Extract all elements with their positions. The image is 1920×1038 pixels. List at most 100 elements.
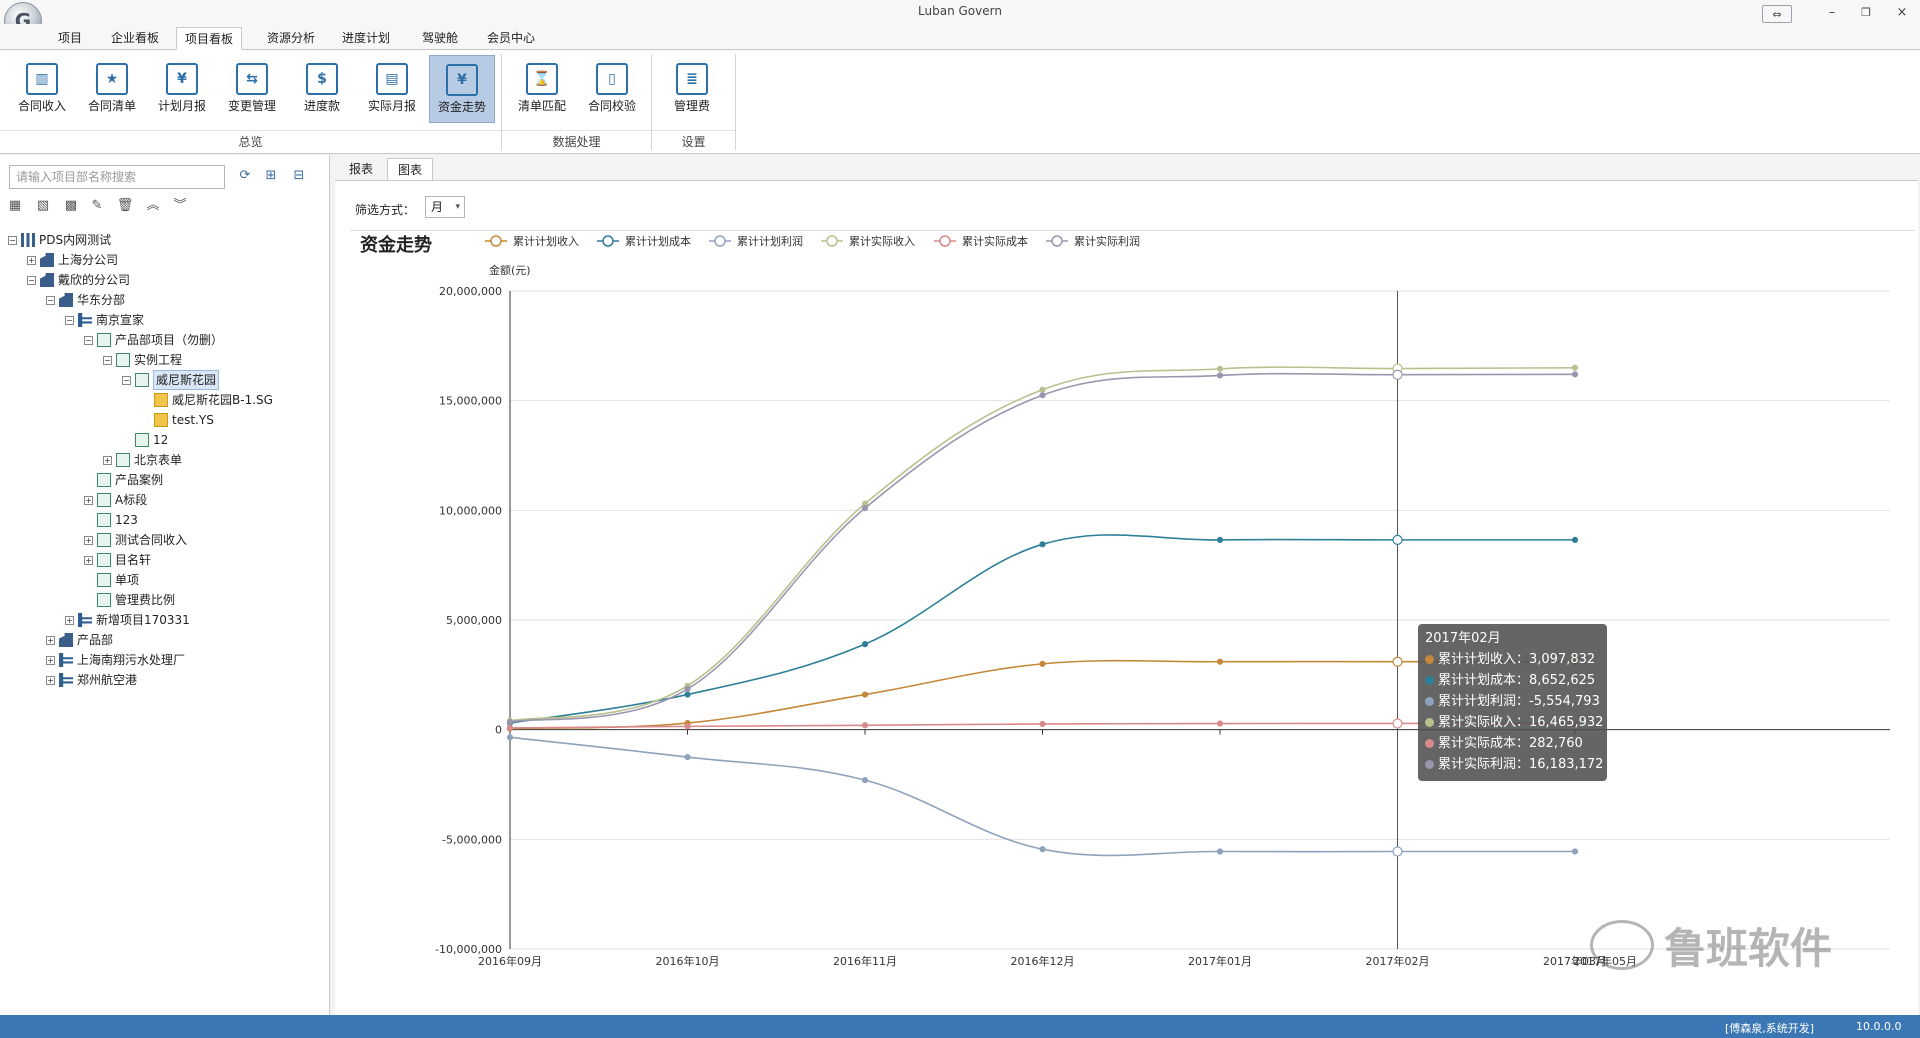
tree-node[interactable]: 管理费比例	[84, 591, 175, 609]
tree-node[interactable]: + 上海南翔污水处理厂	[46, 651, 185, 669]
maximize-button[interactable]: ❐	[1854, 2, 1878, 22]
collapse-toggle-icon[interactable]: −	[65, 315, 74, 325]
filter-select[interactable]: 月 ▾	[425, 196, 465, 218]
expand-toggle-icon[interactable]: +	[84, 495, 93, 505]
edit-icon[interactable]: ✎	[88, 197, 106, 215]
expand-toggle-icon[interactable]: +	[46, 675, 55, 685]
refresh-icon[interactable]: ⟳	[236, 167, 254, 185]
tree-node-label: 产品部项目（勿删）	[115, 333, 224, 347]
collapse-toggle-icon[interactable]: −	[122, 375, 131, 385]
legend-item: 累计计划利润	[709, 234, 803, 248]
move-down-icon[interactable]: ︾	[171, 197, 189, 215]
tree-node[interactable]: + A标段	[84, 491, 147, 509]
tree-node[interactable]: − 南京宣家	[65, 311, 144, 329]
expand-toggle-icon[interactable]: +	[46, 635, 55, 645]
ribbon-button-8[interactable]: ▯ 合同校验	[579, 55, 645, 123]
collapse-all-icon[interactable]: ⊟	[290, 167, 308, 185]
tree-node[interactable]: 12	[122, 431, 168, 449]
collapse-toggle-icon[interactable]: −	[103, 355, 112, 365]
collapse-toggle-icon[interactable]: −	[8, 235, 17, 245]
menu-tab-1[interactable]: 企业看板	[103, 27, 167, 50]
add-company-icon[interactable]: ▦	[6, 197, 24, 215]
tree-node[interactable]: − 产品部项目（勿删）	[84, 331, 223, 349]
data-point	[861, 722, 869, 729]
menu-tab-2[interactable]: 项目看板	[176, 27, 243, 50]
ribbon-button-2[interactable]: ¥ 计划月报	[149, 55, 215, 123]
expand-toggle-icon[interactable]: +	[103, 455, 112, 465]
legend-label: 累计实际成本	[962, 234, 1028, 248]
data-point	[1571, 848, 1579, 855]
data-point	[1039, 660, 1046, 667]
org-icon	[59, 673, 73, 687]
add-department-icon[interactable]: ▧	[34, 197, 52, 215]
ribbon-button-9[interactable]: ≣ 管理费	[659, 55, 725, 123]
expand-toggle-icon[interactable]: +	[27, 255, 36, 265]
tree-node[interactable]: − 华东分部	[46, 291, 125, 309]
tab-report[interactable]: 报表	[339, 158, 383, 180]
wechat-icon	[1590, 920, 1654, 970]
tree-node[interactable]: − 实例工程	[103, 351, 182, 369]
menu-tab-0[interactable]: 项目	[50, 27, 90, 50]
tree-node[interactable]: + 北京表单	[103, 451, 182, 469]
add-project-icon[interactable]: ▩	[62, 197, 80, 215]
close-button[interactable]: ×	[1890, 2, 1914, 22]
tree-node-label: 郑州航空港	[77, 673, 138, 687]
ribbon-button-4[interactable]: $ 进度款	[289, 55, 355, 123]
expand-toggle-icon[interactable]: +	[84, 555, 93, 565]
data-point	[1216, 372, 1224, 379]
tree-node[interactable]: + 目名轩	[84, 551, 151, 569]
tree-node[interactable]: + 郑州航空港	[46, 671, 137, 689]
delete-icon[interactable]: 🗑	[116, 197, 134, 215]
x-tick-label: 2016年09月	[478, 954, 542, 968]
project-icon	[135, 373, 149, 387]
tree-node[interactable]: − PDS内网测试	[8, 231, 111, 249]
expand-all-icon[interactable]: ⊞	[262, 167, 280, 185]
move-up-icon[interactable]: ︽	[144, 197, 162, 215]
tree-node[interactable]: 123	[84, 511, 138, 529]
building-icon	[40, 273, 54, 287]
menu-tab-3[interactable]: 资源分析	[259, 27, 323, 50]
tree-node-label: 测试合同收入	[115, 533, 188, 547]
tree-node[interactable]: + 测试合同收入	[84, 531, 187, 549]
collapse-toggle-icon[interactable]: −	[27, 275, 36, 285]
menu-tab-6[interactable]: 会员中心	[479, 27, 543, 50]
tree-node-label: PDS内网测试	[39, 233, 112, 247]
legend-label: 累计计划成本	[625, 234, 691, 248]
tree-node[interactable]: + 产品部	[46, 631, 113, 649]
ribbon-button-1[interactable]: ★ 合同清单	[79, 55, 145, 123]
collapse-toggle-icon[interactable]: −	[46, 295, 55, 305]
tree-node-label: 目名轩	[115, 553, 152, 567]
content-area: 报表 图表 筛选方式： 月 ▾ 资金走势 金额(元) 累计计划收入 累计计划成本累…	[333, 155, 1920, 1015]
menu-tab-5[interactable]: 驾驶舱	[414, 27, 466, 50]
data-point	[1216, 848, 1224, 855]
chart-series	[506, 363, 1579, 857]
ribbon-button-3[interactable]: ⇆ 变更管理	[219, 55, 285, 123]
expand-toggle-icon[interactable]: +	[65, 615, 74, 625]
tree-node[interactable]: + 新增项目170331	[65, 611, 190, 629]
building-icon	[59, 293, 73, 307]
tree-node[interactable]: test.YS	[141, 411, 214, 429]
chart-grid: 20,000,000 15,000,000 10,000,000 5,000,000 0…	[435, 285, 1890, 956]
ribbon-button-7[interactable]: ⌛ 清单匹配	[509, 55, 575, 123]
tree-node[interactable]: 威尼斯花园B-1.SG	[141, 391, 273, 409]
menu-tab-4[interactable]: 进度计划	[334, 27, 398, 50]
expand-toggle-icon[interactable]: +	[46, 655, 55, 665]
ribbon-icon-8: ▯	[596, 63, 628, 95]
ribbon-button-label: 合同收入	[17, 99, 66, 113]
tree-node[interactable]: + 上海分公司	[27, 251, 118, 269]
expand-toggle-icon[interactable]: +	[84, 535, 93, 545]
project-search-input[interactable]: 请输入项目部名称搜索	[9, 165, 225, 189]
collapse-toggle-icon[interactable]: −	[84, 335, 93, 345]
tooltip-row-text: 累计实际成本：282,760	[1438, 736, 1583, 751]
swap-window-icon[interactable]: ⇔	[1762, 5, 1792, 23]
tree-node[interactable]: 单项	[84, 571, 139, 589]
minimize-button[interactable]: –	[1820, 2, 1844, 22]
title-bar: Luban Govern ⇔ – ❐ ×	[0, 0, 1920, 24]
tree-node[interactable]: 产品案例	[84, 471, 163, 489]
ribbon-button-0[interactable]: ▥ 合同收入	[9, 55, 75, 123]
tab-chart[interactable]: 图表	[387, 158, 434, 180]
ribbon-button-5[interactable]: ▤ 实际月报	[359, 55, 425, 123]
ribbon-button-6[interactable]: ¥ 资金走势	[429, 55, 495, 123]
tree-node[interactable]: − 威尼斯花园	[122, 370, 220, 390]
tree-node[interactable]: − 戴欣的分公司	[27, 271, 130, 289]
